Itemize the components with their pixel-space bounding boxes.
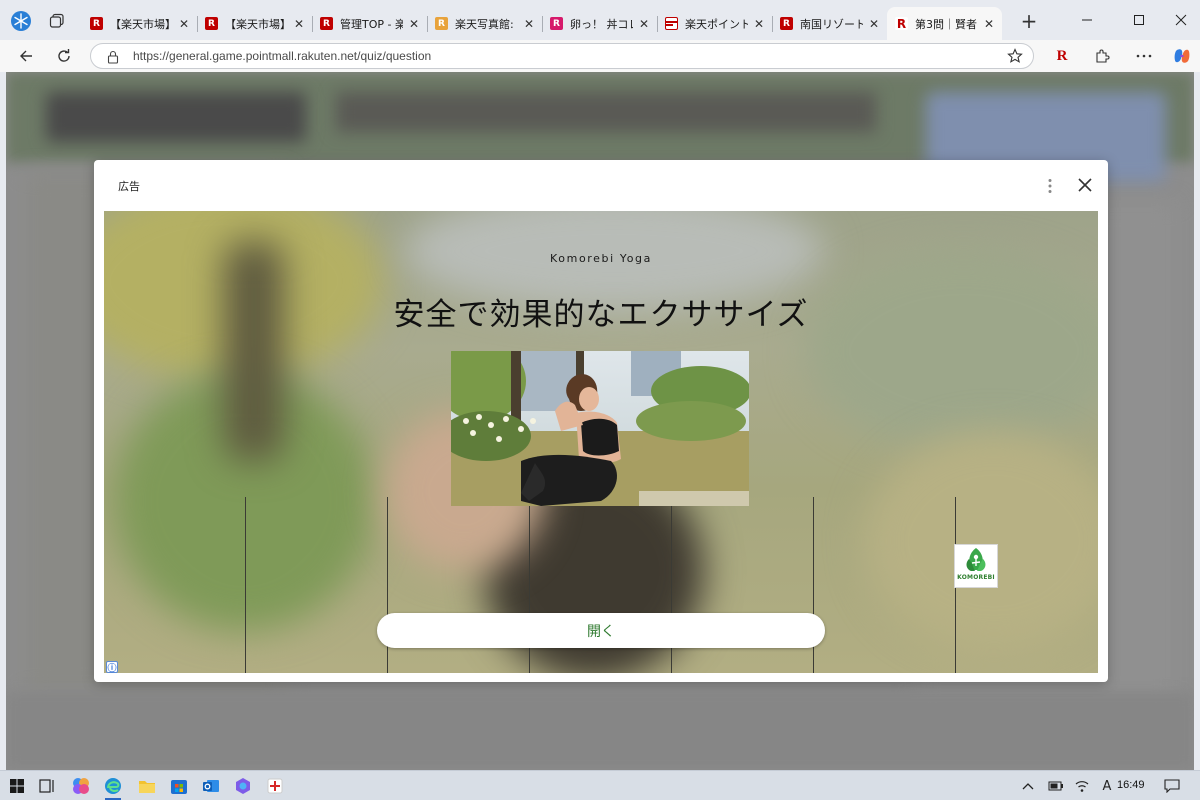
ad-open-button[interactable]: 開く [377, 613, 825, 648]
close-icon[interactable]: ✕ [407, 17, 421, 31]
browser-tab[interactable]: 楽天ポイントモ ✕ [657, 7, 772, 40]
rakuten-r-icon: R [895, 16, 908, 31]
tab-title: 楽天ポイントモ [685, 17, 748, 31]
background-foliage-blur [804, 251, 1098, 451]
page-logo-blur [46, 92, 306, 142]
start-icon[interactable] [6, 775, 28, 797]
back-button[interactable] [14, 44, 38, 68]
maximize-button[interactable] [1124, 8, 1154, 32]
file-explorer-icon[interactable] [136, 775, 158, 797]
rakuten-r-icon: R [780, 17, 793, 30]
browser-tab[interactable]: R 【楽天市場】Sh ✕ [82, 7, 197, 40]
ime-indicator[interactable]: A [1097, 776, 1117, 796]
rakuten-r-orange-icon: R [435, 17, 448, 30]
workspaces-icon[interactable] [10, 10, 32, 32]
browser-tab[interactable]: R 南国リゾートア ✕ [772, 7, 887, 40]
battery-icon[interactable] [1046, 776, 1066, 796]
close-icon[interactable]: ✕ [752, 17, 766, 31]
ad-info-icon[interactable]: ⓘ [106, 661, 118, 673]
refresh-button[interactable] [52, 44, 76, 68]
browser-tab[interactable]: R 卵っ！ 丼コレ ✕ [542, 7, 657, 40]
lock-icon[interactable] [107, 49, 119, 68]
copilot-icon[interactable] [1170, 44, 1194, 68]
task-view-icon[interactable] [36, 775, 58, 797]
ad-brand-name: Komorebi Yoga [550, 252, 652, 265]
ad-headline: 安全で効果的なエクササイズ [393, 297, 809, 333]
taskbar: A 16:49 [0, 770, 1200, 800]
browser-tab-active[interactable]: R 第3問｜賢者の ✕ [887, 7, 1002, 40]
ad-creative[interactable]: Komorebi Yoga 安全で効果的なエクササイズ KOMOREBI 開く … [104, 211, 1098, 673]
browser-tab[interactable]: R 楽天写真館: ✕ [427, 7, 542, 40]
tab-title: 第3問｜賢者の [915, 17, 978, 31]
page-nav-blur [336, 92, 876, 132]
clock[interactable]: 16:49 [1117, 779, 1145, 791]
tab-title: 【楽天市場】Sh [110, 17, 173, 31]
logo-text: KOMOREBI [957, 574, 995, 581]
rakuten-extension-icon[interactable]: R [1050, 44, 1074, 68]
minimize-button[interactable] [1072, 8, 1102, 32]
outlook-icon[interactable] [200, 775, 222, 797]
close-icon[interactable]: ✕ [867, 17, 881, 31]
rakuten-r-pink-icon: R [550, 17, 563, 30]
page-footer-blur [6, 692, 1194, 770]
leaf-icon [966, 548, 986, 571]
tab-title: 【楽天市場】ペ [225, 17, 288, 31]
copilot-app-icon[interactable] [232, 775, 254, 797]
ad-label: 広告 [118, 180, 140, 193]
tab-title: 卵っ！ 丼コレ [570, 17, 633, 31]
store-icon[interactable] [168, 775, 190, 797]
url-text: https://general.game.pointmall.rakuten.n… [133, 49, 432, 63]
tab-list: R 【楽天市場】Sh ✕ R 【楽天市場】ペ ✕ R 管理TOP - 楽 ✕ R… [82, 7, 1002, 40]
star-icon[interactable] [1007, 48, 1023, 68]
extensions-icon[interactable] [1090, 44, 1114, 68]
point-mall-icon [665, 17, 678, 30]
browser-tab[interactable]: R 【楽天市場】ペ ✕ [197, 7, 312, 40]
edge-taskbar-icon[interactable] [102, 775, 124, 800]
close-icon [1078, 178, 1092, 192]
new-tab-button[interactable]: + [1018, 11, 1040, 33]
tab-title: 管理TOP - 楽 [340, 17, 403, 31]
copilot-taskbar-icon[interactable] [70, 775, 92, 797]
kebab-menu-icon[interactable] [1040, 176, 1060, 196]
chevron-up-icon[interactable] [1018, 776, 1038, 796]
tab-title: 楽天写真館: [455, 17, 514, 31]
close-icon[interactable]: ✕ [522, 17, 536, 31]
ad-modal: 広告 Komorebi Yoga 安全で効果的なエクササイズ KOMOREBI … [94, 160, 1108, 682]
close-icon[interactable]: ✕ [177, 17, 191, 31]
decorative-line [245, 497, 246, 673]
ad-photo[interactable] [451, 351, 749, 506]
notification-icon[interactable] [1162, 776, 1182, 796]
close-icon[interactable]: ✕ [292, 17, 306, 31]
address-bar[interactable]: https://general.game.pointmall.rakuten.n… [90, 43, 1034, 69]
background-trunk-blur [224, 241, 284, 461]
tab-title: 南国リゾートア [800, 17, 863, 31]
wifi-icon[interactable] [1072, 776, 1092, 796]
close-window-button[interactable] [1166, 8, 1196, 32]
rakuten-r-icon: R [320, 17, 333, 30]
more-options-icon[interactable] [1132, 44, 1156, 68]
background-grass-blur [864, 431, 1098, 651]
tab-actions-icon[interactable] [46, 10, 68, 32]
browser-toolbar: https://general.game.pointmall.rakuten.n… [0, 40, 1200, 72]
rakuten-r-icon: R [90, 17, 103, 30]
ad-close-button[interactable] [1074, 174, 1096, 196]
browser-tab[interactable]: R 管理TOP - 楽 ✕ [312, 7, 427, 40]
close-icon[interactable]: ✕ [982, 17, 996, 31]
close-icon[interactable]: ✕ [637, 17, 651, 31]
tab-strip: R 【楽天市場】Sh ✕ R 【楽天市場】ペ ✕ R 管理TOP - 楽 ✕ R… [0, 0, 1200, 40]
rakuten-r-icon: R [205, 17, 218, 30]
red-app-icon[interactable] [264, 775, 286, 797]
komorebi-logo[interactable]: KOMOREBI [954, 544, 998, 588]
